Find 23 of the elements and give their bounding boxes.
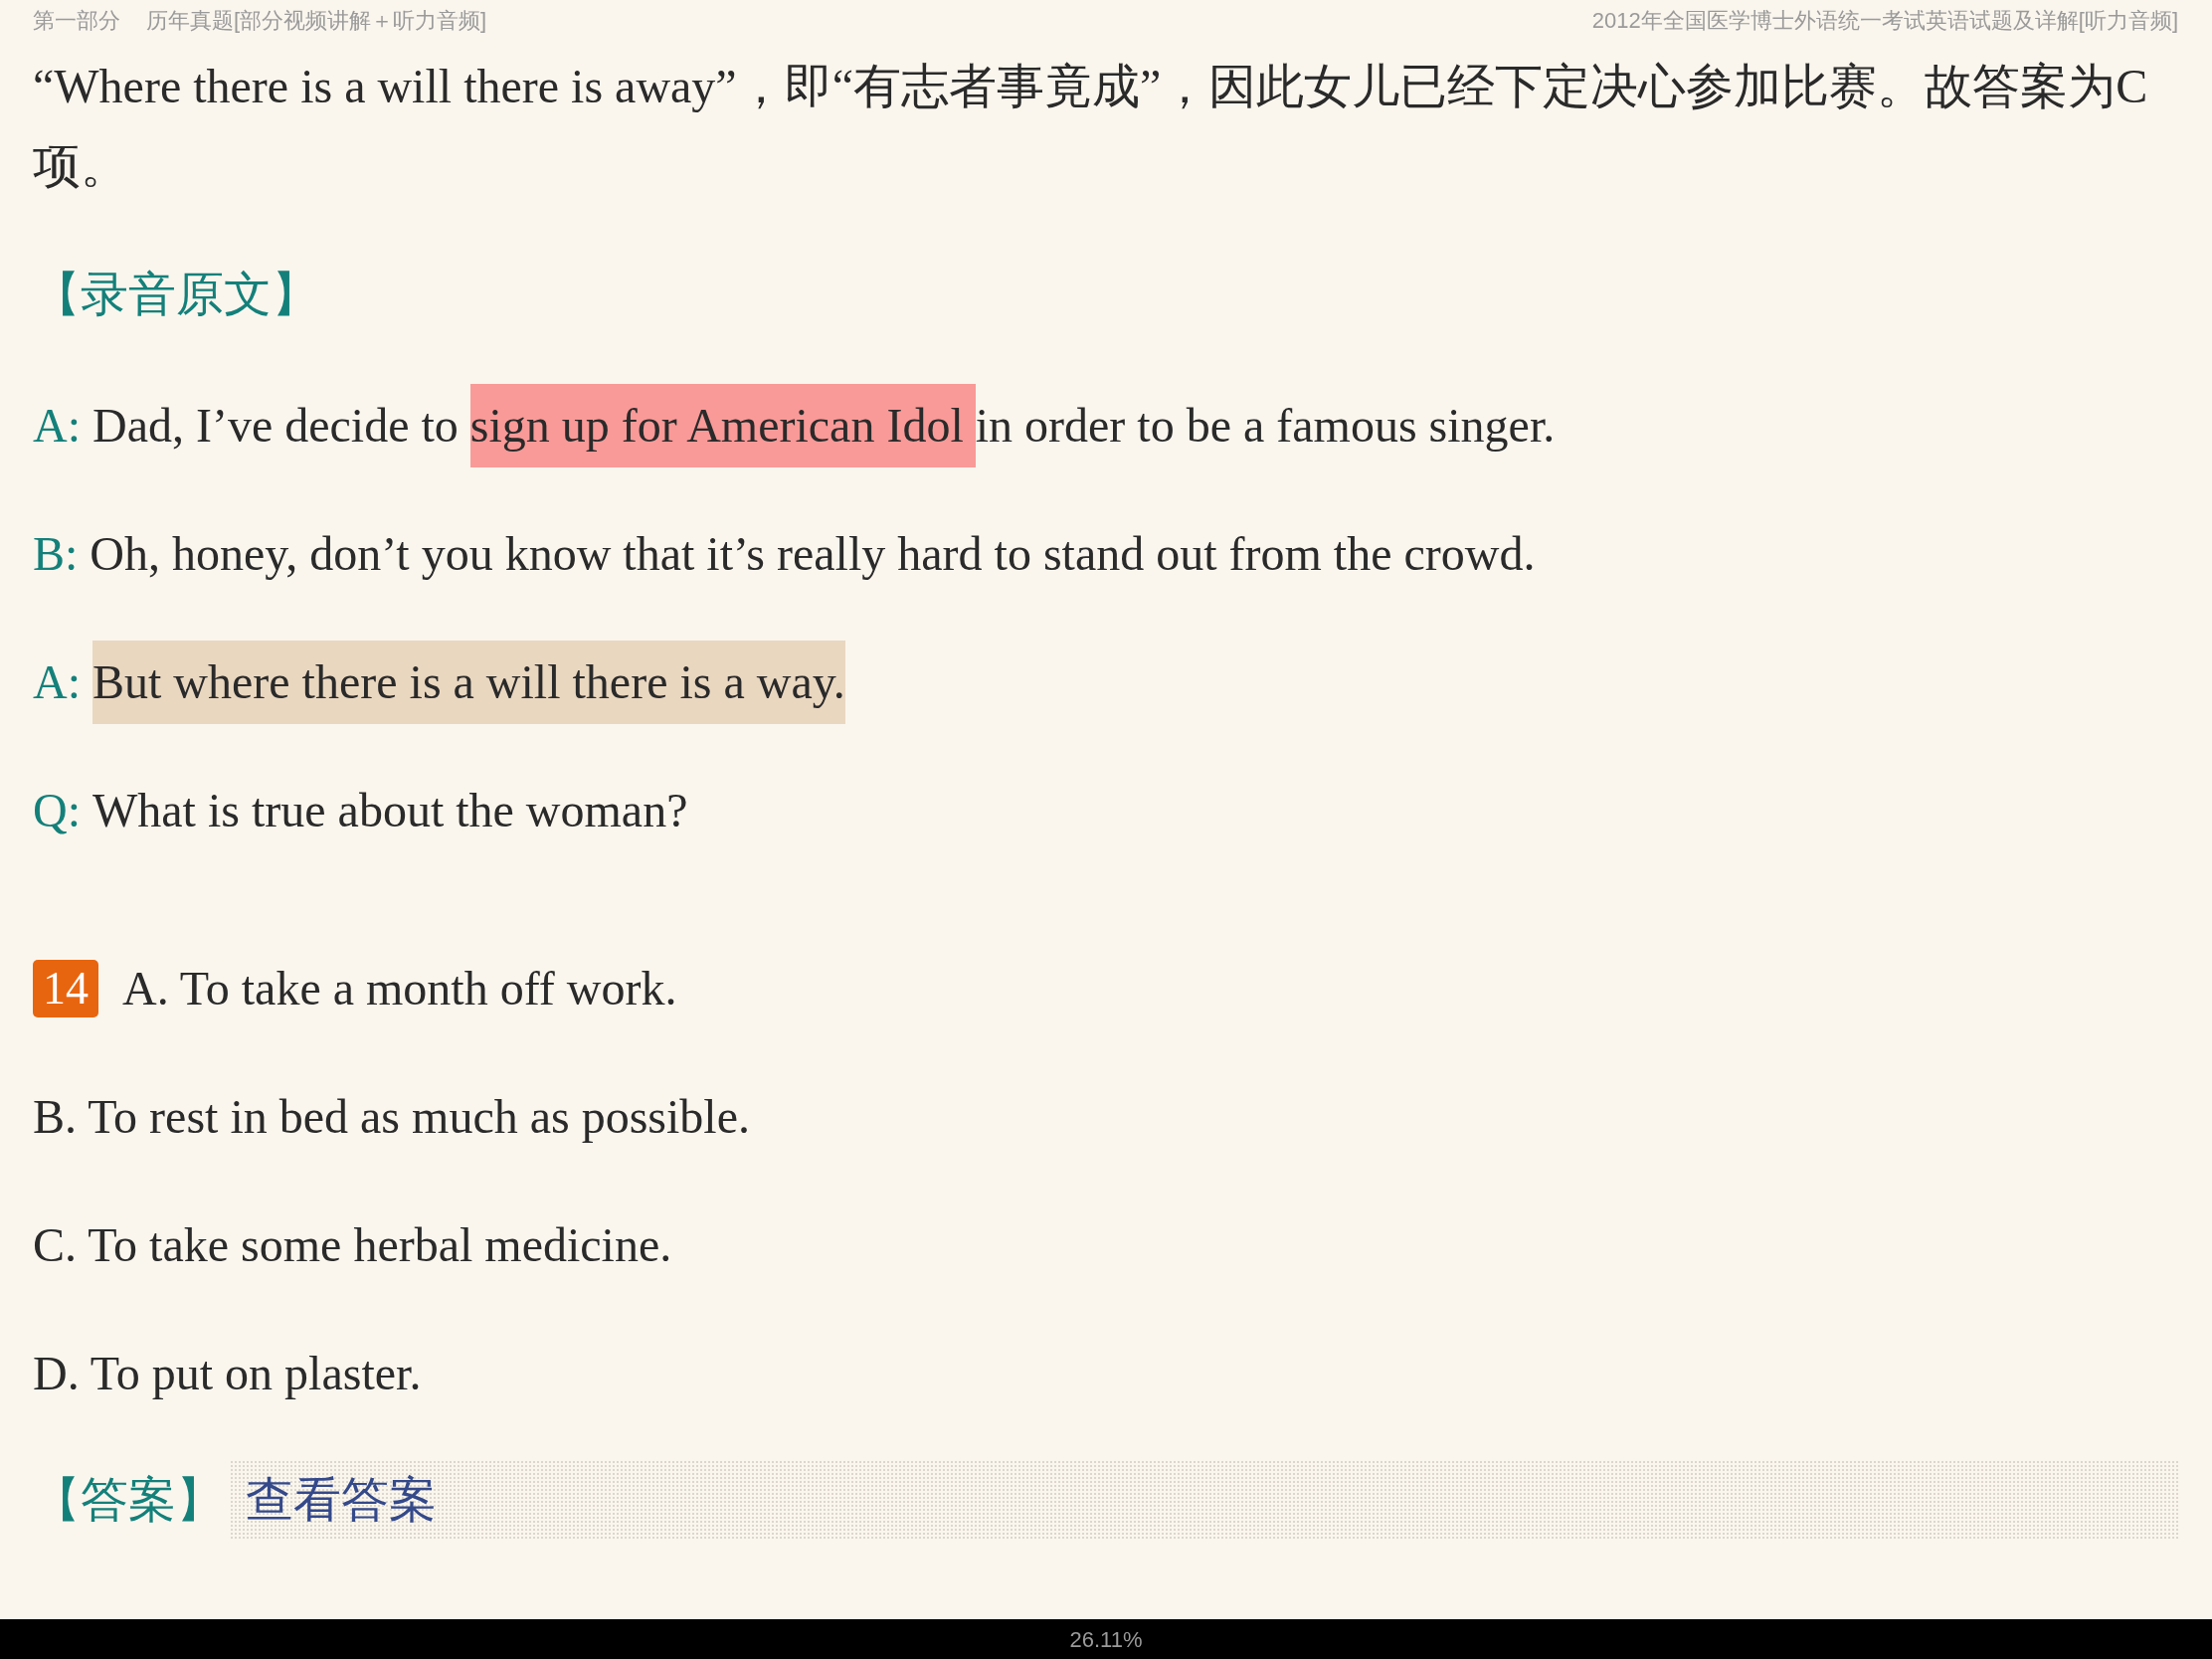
dialogue-text: Dad, I’ve decide to xyxy=(92,397,460,454)
speaker-label: B: xyxy=(33,525,79,582)
highlighted-text: But where there is a will there is a way. xyxy=(92,640,845,724)
answer-option: C. To take some herbal medicine. xyxy=(33,1208,672,1281)
dialogue-text: Oh, honey, don’t you know that it’s really hard to stand out from the crowd. xyxy=(90,525,1536,582)
speaker-label: A: xyxy=(33,653,81,710)
chapter-title: 历年真题[部分视频讲解＋听力音频] xyxy=(146,6,487,35)
answer-option: B. To rest in bed as much as possible. xyxy=(33,1080,750,1153)
answer-option: D. To put on plaster. xyxy=(33,1337,422,1409)
speaker-label: Q: xyxy=(33,782,81,838)
answer-label: 【答案】 xyxy=(33,1472,224,1528)
answer-option: A. To take a month off work. xyxy=(122,952,677,1024)
highlighted-text: sign up for American Idol xyxy=(469,383,976,467)
section-title: 第一部分 xyxy=(33,6,120,35)
question-number-badge: 14 xyxy=(33,959,98,1017)
section-heading: 【录音原文】 xyxy=(33,267,320,322)
dialogue-text: What is true about the woman? xyxy=(92,782,688,838)
speaker-label: A: xyxy=(33,397,81,454)
book-title: 2012年全国医学博士外语统一考试英语试题及详解[听力音频] xyxy=(1591,6,2178,35)
dialogue-text: in order to be a famous singer. xyxy=(975,397,1556,454)
answer-reveal-button[interactable]: 查看答案 xyxy=(230,1460,2178,1540)
explanation-paragraph: “Where there is a will there is away”，即“有志者事竟成”，因此女儿已经下定决心参加比赛。故答案为C项。 xyxy=(33,59,2149,194)
zoom-level: 26.11% xyxy=(1069,1625,1143,1654)
